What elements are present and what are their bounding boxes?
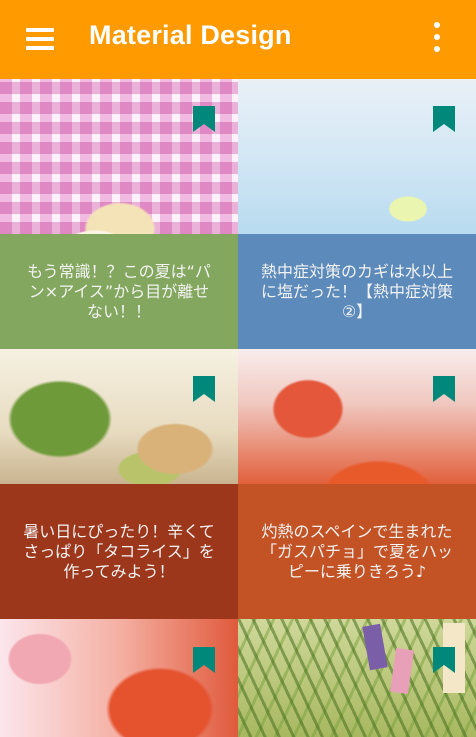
app-bar: Material Design: [0, 0, 476, 79]
bookmark-icon[interactable]: [433, 106, 455, 132]
card-caption: もう常識！？この夏は“パン×アイス”から目が離せない！！: [0, 234, 238, 349]
bookmark-icon[interactable]: [433, 647, 455, 673]
card-title: 灼熱のスペインで生まれた「ガスパチョ」で夏をハッピーに乗りきろう♪: [260, 521, 453, 581]
article-card[interactable]: 暑い日にぴったり！辛くてさっぱり「タコライス」を作ってみよう！: [0, 349, 238, 619]
card-title: もう常識！？この夏は“パン×アイス”から目が離せない！！: [27, 261, 211, 321]
card-caption: 暑い日にぴったり！辛くてさっぱり「タコライス」を作ってみよう！: [0, 484, 238, 619]
card-image-shaved-ice: [0, 79, 238, 234]
card-image-taco-rice: [0, 349, 238, 484]
article-card[interactable]: [238, 619, 476, 737]
bookmark-icon[interactable]: [193, 106, 215, 132]
card-title: 熱中症対策のカギは水以上に塩だった！【熱中症対策②】: [260, 261, 453, 321]
article-card[interactable]: もう常識！？この夏は“パン×アイス”から目が離せない！！: [0, 79, 238, 349]
card-image-tanabata-bamboo: [238, 619, 476, 737]
more-vert-icon[interactable]: [420, 18, 454, 58]
bookmark-icon[interactable]: [193, 647, 215, 673]
article-card[interactable]: 熱中症対策のカギは水以上に塩だった！【熱中症対策②】: [238, 79, 476, 349]
card-caption: 灼熱のスペインで生まれた「ガスパチョ」で夏をハッピーに乗りきろう♪: [238, 484, 476, 619]
card-caption: 熱中症対策のカギは水以上に塩だった！【熱中症対策②】: [238, 234, 476, 349]
card-image-glass-of-water: [238, 79, 476, 234]
app-title: Material Design: [89, 20, 292, 50]
bookmark-icon[interactable]: [433, 376, 455, 402]
hamburger-menu-icon[interactable]: [18, 22, 62, 58]
article-card[interactable]: 灼熱のスペインで生まれた「ガスパチョ」で夏をハッピーに乗りきろう♪: [238, 349, 476, 619]
card-title: 暑い日にぴったり！辛くてさっぱり「タコライス」を作ってみよう！: [23, 521, 215, 581]
card-image-watermelon: [0, 619, 238, 737]
bookmark-icon[interactable]: [193, 376, 215, 402]
card-image-gazpacho: [238, 349, 476, 484]
article-card[interactable]: [0, 619, 238, 737]
